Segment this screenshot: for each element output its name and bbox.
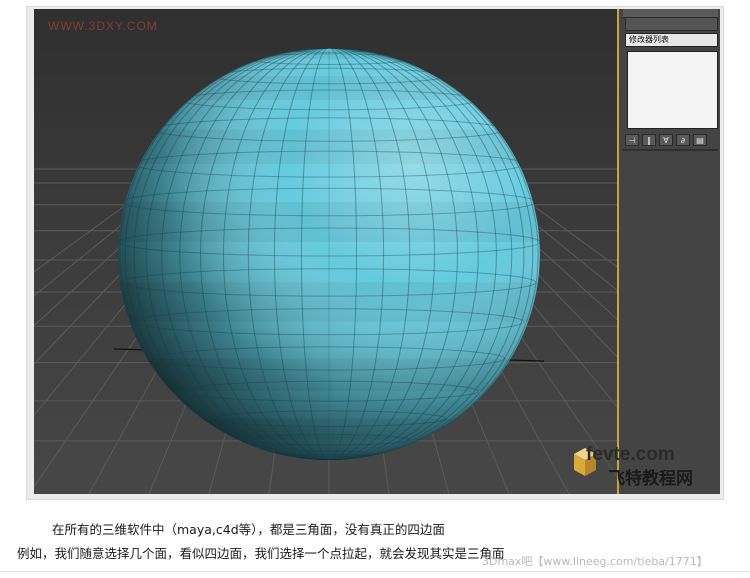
brand-url: fevte.com xyxy=(586,444,675,465)
watermark-text: WWW.3DXY.COM xyxy=(48,19,158,33)
article-line-1: 在所有的三维软件中（maya,c4d等），都是三角面，没有真正的四边面 xyxy=(52,522,445,537)
command-panel: 修改器列表 ⊣ ‖ ∀ ∂ ▤ xyxy=(617,9,720,494)
show-end-result-button[interactable]: ‖ xyxy=(642,134,656,146)
brand-watermark: fevte.com 飞特教程网 xyxy=(574,444,716,490)
configure-sets-button[interactable]: ▤ xyxy=(693,134,707,146)
brand-name: 飞特教程网 xyxy=(608,469,693,489)
viewport-canvas[interactable] xyxy=(34,9,617,494)
panel-divider xyxy=(623,149,718,151)
pin-stack-button[interactable]: ⊣ xyxy=(625,134,639,146)
perspective-viewport[interactable]: WWW.3DXY.COM xyxy=(34,9,617,494)
stack-toolbar: ⊣ ‖ ∀ ∂ ▤ xyxy=(625,133,720,147)
modifier-list-dropdown[interactable]: 修改器列表 xyxy=(625,33,718,47)
article-line-2: 例如，我们随意选择几个面，看似四边面，我们选择一个点拉起，就会发现其实是三角面 xyxy=(17,546,505,561)
remove-modifier-button[interactable]: ∂ xyxy=(676,134,690,146)
sphere[interactable] xyxy=(118,47,540,460)
bottom-divider xyxy=(0,571,750,572)
object-name-field[interactable] xyxy=(625,17,718,31)
make-unique-button[interactable]: ∀ xyxy=(659,134,673,146)
source-watermark: 3Dmax吧【www.lineeg.com/tieba/1771】 xyxy=(482,555,708,568)
modifier-stack-list[interactable] xyxy=(627,51,718,129)
